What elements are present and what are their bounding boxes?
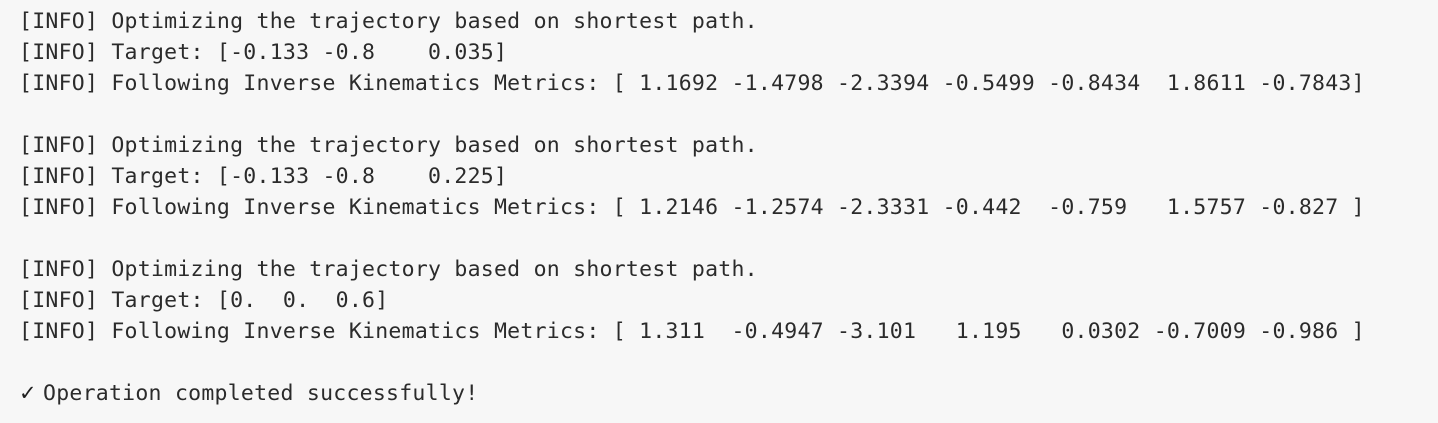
terminal-output: [INFO] Optimizing the trajectory based o… bbox=[0, 0, 1438, 423]
log-line-ik-metrics: [INFO] Following Inverse Kinematics Metr… bbox=[19, 71, 1365, 96]
success-message: Operation completed successfully! bbox=[43, 381, 479, 406]
log-line-optimize: [INFO] Optimizing the trajectory based o… bbox=[19, 257, 758, 282]
log-line-target: [INFO] Target: [0. 0. 0.6] bbox=[19, 288, 389, 313]
log-line-optimize: [INFO] Optimizing the trajectory based o… bbox=[19, 133, 758, 158]
log-line-target: [INFO] Target: [-0.133 -0.8 0.225] bbox=[19, 164, 508, 189]
checkmark-icon: ✓ bbox=[19, 381, 37, 405]
success-message-line: ✓ Operation completed successfully! bbox=[19, 378, 1438, 409]
log-line-ik-metrics: [INFO] Following Inverse Kinematics Metr… bbox=[19, 319, 1365, 344]
log-line-optimize: [INFO] Optimizing the trajectory based o… bbox=[19, 9, 758, 34]
log-line-ik-metrics: [INFO] Following Inverse Kinematics Metr… bbox=[19, 195, 1365, 220]
log-line-target: [INFO] Target: [-0.133 -0.8 0.035] bbox=[19, 40, 508, 65]
